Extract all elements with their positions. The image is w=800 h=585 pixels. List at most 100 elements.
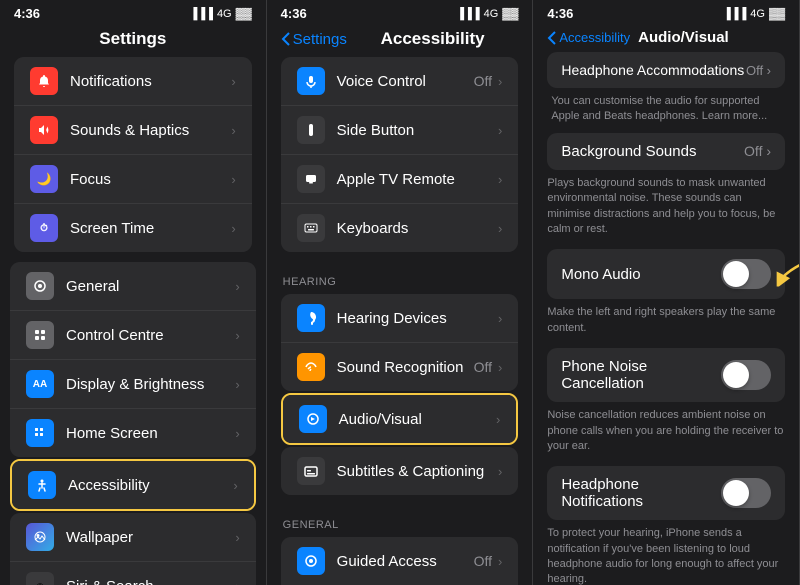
settings-item-display[interactable]: AA Display & Brightness › xyxy=(10,360,256,409)
signal-icon-1: ▐▐▐ xyxy=(190,8,213,20)
battery-icon-2: ▓▓ xyxy=(502,8,518,20)
apple-tv-label: Apple TV Remote xyxy=(337,171,498,188)
notifications-icon xyxy=(30,67,58,95)
chevron-notifications: › xyxy=(231,74,235,89)
siri-icon: ◉ xyxy=(26,572,54,585)
sound-recognition-icon xyxy=(297,353,325,381)
keyboards-label: Keyboards xyxy=(337,220,498,237)
chevron-siri: › xyxy=(235,579,239,585)
accessibility-list: Voice Control Off › Side Button › Apple … xyxy=(267,57,533,585)
status-icons-2: ▐▐▐ 4G ▓▓ xyxy=(456,8,518,20)
bg-sounds-value: Off › xyxy=(744,143,771,159)
general-label: General xyxy=(66,278,235,295)
keyboards-icon xyxy=(297,214,325,242)
acc-item-audio-visual[interactable]: Audio/Visual › xyxy=(283,395,517,443)
audio-visual-highlight-box: Audio/Visual › xyxy=(281,393,519,445)
headphone-accomm-value: Off › xyxy=(746,63,771,78)
yellow-arrow-annotation xyxy=(775,257,799,292)
network-3: 4G xyxy=(750,8,765,20)
battery-icon-1: ▓▓ xyxy=(236,8,252,20)
acc-item-apple-tv[interactable]: Apple TV Remote › xyxy=(281,155,519,204)
acc-item-hearing[interactable]: Hearing Devices › xyxy=(281,294,519,343)
headphone-notif-row: Headphone Notifications xyxy=(547,466,785,520)
mono-audio-desc: Make the left and right speakers play th… xyxy=(547,305,785,336)
status-time-2: 4:36 xyxy=(281,6,307,21)
status-bar-3: 4:36 ▐▐▐ 4G ▓▓ xyxy=(533,0,799,25)
settings-item-general[interactable]: General › xyxy=(10,262,256,311)
headphone-desc: You can customise the audio for supporte… xyxy=(533,94,799,133)
acc-item-subtitles[interactable]: Subtitles & Captioning › xyxy=(281,447,519,495)
acc-item-sound-recognition[interactable]: Sound Recognition Off › xyxy=(281,343,519,391)
notifications-label: Notifications xyxy=(70,73,231,90)
subtitles-label: Subtitles & Captioning xyxy=(337,463,498,480)
headphone-notif-label: Headphone Notifications xyxy=(561,476,721,510)
acc-item-voice-control[interactable]: Voice Control Off › xyxy=(281,57,519,106)
chevron-control: › xyxy=(235,328,239,343)
chevron-voice-control: › xyxy=(498,74,502,89)
settings-item-homescreen[interactable]: Home Screen › xyxy=(10,409,256,457)
nav-bar-3: Accessibility Audio/Visual xyxy=(533,25,799,52)
accessibility-icon xyxy=(28,471,56,499)
bg-sounds-desc: Plays background sounds to mask unwanted… xyxy=(547,176,785,238)
accessibility-label: Accessibility xyxy=(68,477,233,494)
guided-access-value: Off xyxy=(474,553,492,569)
chevron-keyboards: › xyxy=(498,221,502,236)
bg-sounds-row[interactable]: Background Sounds Off › xyxy=(547,133,785,170)
settings-item-screentime[interactable]: ⏱ Screen Time › xyxy=(14,204,252,252)
phone-noise-toggle[interactable] xyxy=(721,360,771,390)
chevron-sound-recognition: › xyxy=(498,360,502,375)
side-button-label: Side Button xyxy=(337,122,498,139)
hearing-group-top: Hearing Devices › Sound Recognition Off … xyxy=(281,294,519,391)
sound-recognition-value: Off xyxy=(474,359,492,375)
guided-access-label: Guided Access xyxy=(337,553,474,570)
settings-item-notifications[interactable]: Notifications › xyxy=(14,57,252,106)
settings-group-main-wrapper: General › Control Centre › AA Display & … xyxy=(10,262,256,585)
chevron-focus: › xyxy=(231,172,235,187)
siri-label: Siri & Search xyxy=(66,578,235,585)
back-label-3: Accessibility xyxy=(559,30,630,45)
settings-title: Settings xyxy=(14,29,252,49)
back-button-2[interactable]: Settings xyxy=(281,31,347,48)
chevron-accessibility: › xyxy=(233,478,237,493)
chevron-sounds: › xyxy=(231,123,235,138)
chevron-guided-access: › xyxy=(498,554,502,569)
settings-item-control[interactable]: Control Centre › xyxy=(10,311,256,360)
acc-item-keyboards[interactable]: Keyboards › xyxy=(281,204,519,252)
headphone-notif-toggle[interactable] xyxy=(721,478,771,508)
settings-item-sounds[interactable]: Sounds & Haptics › xyxy=(14,106,252,155)
sound-recognition-label: Sound Recognition xyxy=(337,359,474,376)
headphone-notif-knob xyxy=(723,480,749,506)
settings-group-top: Notifications › Sounds & Haptics › 🌙 Foc… xyxy=(14,57,252,252)
status-time-3: 4:36 xyxy=(547,6,573,21)
homescreen-icon xyxy=(26,419,54,447)
settings-item-accessibility[interactable]: Accessibility › xyxy=(12,461,254,509)
audio-visual-icon xyxy=(299,405,327,433)
wifi-icon-1: 4G xyxy=(217,8,232,20)
wallpaper-label: Wallpaper xyxy=(66,529,235,546)
voice-control-label: Voice Control xyxy=(337,73,474,90)
hearing-icon xyxy=(297,304,325,332)
network-2: 4G xyxy=(484,8,499,20)
back-button-3[interactable]: Accessibility xyxy=(547,30,630,46)
acc-item-side-button[interactable]: Side Button › xyxy=(281,106,519,155)
focus-icon: 🌙 xyxy=(30,165,58,193)
panel-audio-visual: 4:36 ▐▐▐ 4G ▓▓ Accessibility Audio/Visua… xyxy=(533,0,800,585)
accessibility-page-title: Accessibility xyxy=(347,29,518,49)
settings-group-main-top: General › Control Centre › AA Display & … xyxy=(10,262,256,457)
headphone-accomm-label: Headphone Accommodations xyxy=(561,62,744,78)
panel-accessibility: 4:36 ▐▐▐ 4G ▓▓ Settings Accessibility Vo… xyxy=(267,0,534,585)
settings-item-wallpaper[interactable]: Wallpaper › xyxy=(10,513,256,562)
headphone-accomm-row[interactable]: Headphone Accommodations Off › xyxy=(547,52,785,88)
acc-item-guided-access[interactable]: Guided Access Off › xyxy=(281,537,519,585)
guided-access-icon xyxy=(297,547,325,575)
control-icon xyxy=(26,321,54,349)
apple-tv-icon xyxy=(297,165,325,193)
settings-item-focus[interactable]: 🌙 Focus › xyxy=(14,155,252,204)
status-bar-1: 4:36 ▐▐▐ 4G ▓▓ xyxy=(0,0,266,25)
hearing-group-bottom: Subtitles & Captioning › xyxy=(281,447,519,495)
settings-item-siri[interactable]: ◉ Siri & Search › xyxy=(10,562,256,585)
display-label: Display & Brightness xyxy=(66,376,235,393)
wallpaper-icon xyxy=(26,523,54,551)
chevron-subtitles: › xyxy=(498,464,502,479)
mono-audio-toggle[interactable] xyxy=(721,259,771,289)
